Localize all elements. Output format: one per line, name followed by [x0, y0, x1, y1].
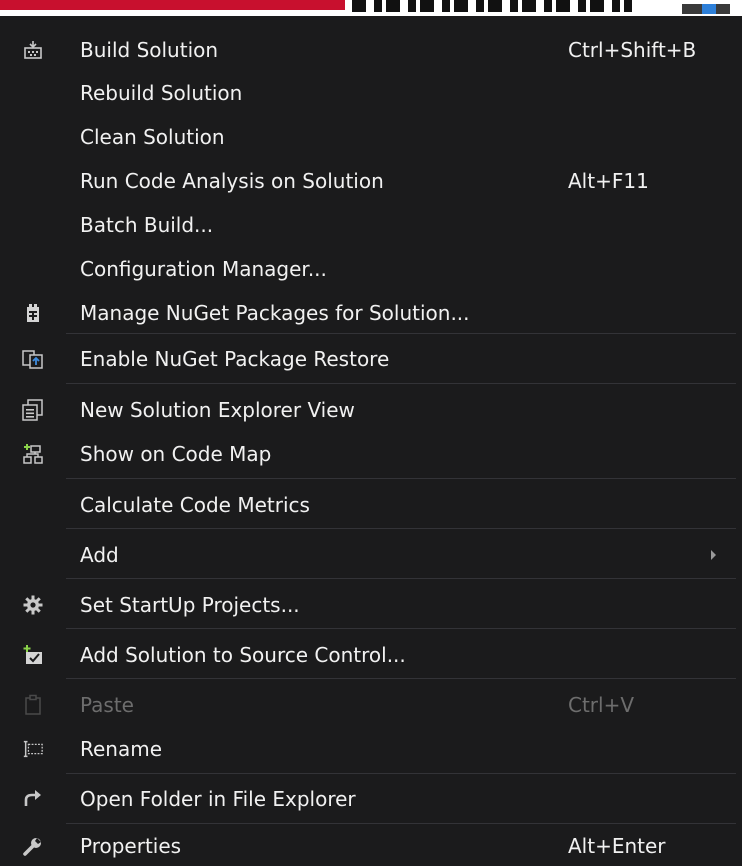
menu-separator — [66, 578, 736, 579]
menu-item-label: Batch Build... — [80, 213, 214, 237]
menu-item-paste[interactable]: Paste Ctrl+V — [0, 684, 742, 726]
code-map-icon — [22, 443, 44, 465]
nuget-package-icon — [22, 302, 44, 324]
solution-context-menu: Build Solution Ctrl+Shift+B Rebuild Solu… — [0, 16, 742, 866]
menu-item-configuration-manager[interactable]: Configuration Manager... — [0, 248, 742, 290]
menu-item-add[interactable]: Add — [0, 534, 742, 576]
menu-separator — [66, 333, 736, 334]
menu-item-shortcut: Alt+F11 — [568, 169, 649, 193]
build-solution-icon — [22, 39, 44, 61]
context-menu-screen: Build Solution Ctrl+Shift+B Rebuild Solu… — [0, 0, 742, 866]
menu-item-label: Manage NuGet Packages for Solution... — [80, 301, 470, 325]
menu-item-label: Set StartUp Projects... — [80, 593, 300, 617]
toolbar-icons-remnant — [682, 4, 730, 14]
red-banner — [0, 0, 345, 10]
menu-item-run-code-analysis[interactable]: Run Code Analysis on Solution Alt+F11 — [0, 160, 742, 202]
rename-icon — [22, 738, 44, 760]
menu-item-clean-solution[interactable]: Clean Solution — [0, 116, 742, 158]
menu-item-batch-build[interactable]: Batch Build... — [0, 204, 742, 246]
paste-icon — [22, 694, 44, 716]
menu-item-label: Add Solution to Source Control... — [80, 643, 406, 667]
menu-separator — [66, 678, 736, 679]
menu-item-label: Run Code Analysis on Solution — [80, 169, 384, 193]
menu-item-label: Properties — [80, 834, 182, 858]
menu-item-build-solution[interactable]: Build Solution Ctrl+Shift+B — [0, 29, 742, 71]
menu-item-label: Rebuild Solution — [80, 81, 243, 105]
gear-icon — [22, 594, 44, 616]
menu-item-show-on-code-map[interactable]: Show on Code Map — [0, 433, 742, 475]
menu-item-calculate-code-metrics[interactable]: Calculate Code Metrics — [0, 484, 742, 526]
menu-item-label: Rename — [80, 737, 163, 761]
menu-item-label: Paste — [80, 693, 134, 717]
menu-item-shortcut: Alt+Enter — [568, 834, 666, 858]
menu-item-open-folder[interactable]: Open Folder in File Explorer — [0, 778, 742, 820]
menu-separator — [66, 823, 736, 824]
menu-item-label: Clean Solution — [80, 125, 225, 149]
menu-item-set-startup-projects[interactable]: Set StartUp Projects... — [0, 584, 742, 626]
menu-item-label: Enable NuGet Package Restore — [80, 347, 390, 371]
add-to-source-control-icon — [22, 644, 44, 666]
menu-item-enable-nuget-restore[interactable]: Enable NuGet Package Restore — [0, 338, 742, 380]
menu-item-shortcut: Ctrl+V — [568, 693, 635, 717]
menu-item-add-to-source-control[interactable]: Add Solution to Source Control... — [0, 634, 742, 676]
submenu-arrow-icon — [711, 550, 716, 560]
wrench-icon — [22, 835, 44, 857]
cropped-title-text — [352, 0, 632, 12]
menu-item-label: Build Solution — [80, 38, 219, 62]
menu-item-properties[interactable]: Properties Alt+Enter — [0, 825, 742, 866]
menu-item-shortcut: Ctrl+Shift+B — [568, 38, 697, 62]
menu-item-label: Calculate Code Metrics — [80, 493, 310, 517]
package-restore-icon — [22, 348, 44, 370]
menu-item-label: New Solution Explorer View — [80, 398, 355, 422]
cropped-title-strip — [0, 0, 742, 16]
menu-item-new-solution-explorer-view[interactable]: New Solution Explorer View — [0, 389, 742, 431]
menu-separator — [66, 628, 736, 629]
menu-item-rename[interactable]: Rename — [0, 728, 742, 770]
menu-item-label: Add — [80, 543, 119, 567]
menu-item-rebuild-solution[interactable]: Rebuild Solution — [0, 72, 742, 114]
menu-separator — [66, 773, 736, 774]
menu-separator — [66, 478, 736, 479]
menu-item-manage-nuget-packages[interactable]: Manage NuGet Packages for Solution... — [0, 292, 742, 334]
menu-separator — [66, 383, 736, 384]
menu-item-label: Show on Code Map — [80, 442, 272, 466]
solution-explorer-view-icon — [22, 399, 44, 421]
menu-item-label: Configuration Manager... — [80, 257, 327, 281]
menu-item-label: Open Folder in File Explorer — [80, 787, 356, 811]
open-folder-arrow-icon — [22, 788, 44, 810]
menu-separator — [66, 528, 736, 529]
